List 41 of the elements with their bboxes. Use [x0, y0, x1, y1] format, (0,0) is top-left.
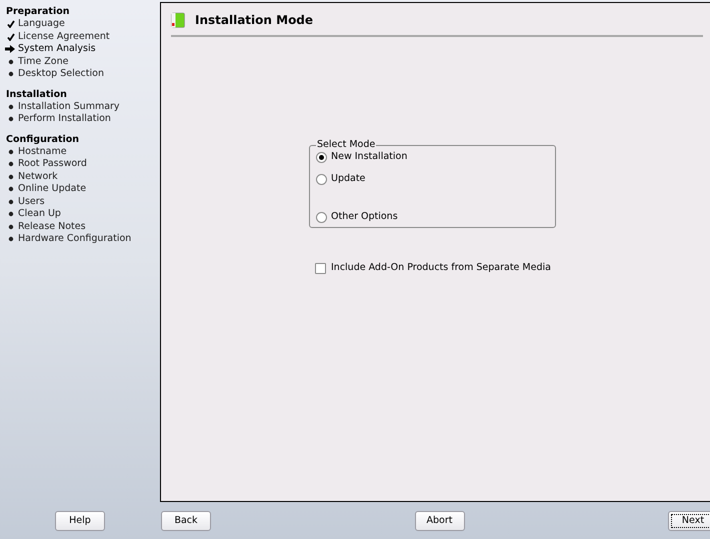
bullet-icon — [7, 102, 15, 111]
bullet-icon — [7, 115, 15, 124]
installer-icon — [171, 12, 185, 28]
radio-option[interactable]: Other Options — [316, 210, 398, 224]
section-heading: Configuration — [6, 134, 80, 146]
step-label: Network — [18, 170, 58, 183]
addon-checkbox[interactable]: Include Add-On Products from Separate Media — [315, 261, 551, 276]
step-label: Desktop Selection — [18, 68, 104, 80]
dialog-button[interactable]: Help — [55, 511, 105, 531]
bullet-icon — [7, 58, 15, 66]
bullet-icon — [7, 235, 15, 244]
dialog-button[interactable]: Next — [668, 511, 710, 531]
page-title: Installation Mode — [195, 12, 314, 29]
step-label: Release Notes — [18, 220, 86, 233]
section-heading: Installation — [6, 88, 68, 100]
step-label: Time Zone — [18, 56, 68, 68]
step-label: Online Update — [18, 183, 86, 196]
step-label: Perform Installation — [18, 113, 111, 126]
bullet-icon — [7, 210, 15, 218]
section-heading: Preparation — [6, 6, 70, 18]
bullet-icon — [7, 198, 15, 206]
radio-option[interactable]: New Installation — [316, 150, 408, 164]
radio-option[interactable]: Update — [316, 172, 366, 186]
step-label: License Agreement — [18, 30, 110, 43]
step-label: System Analysis — [18, 43, 96, 56]
bullet-icon — [7, 148, 15, 156]
bullet-icon — [7, 185, 15, 194]
step-label: Clean Up — [18, 208, 61, 220]
step-label: Users — [18, 196, 45, 208]
step-label: Language — [18, 18, 65, 30]
bullet-icon — [7, 70, 15, 78]
step-label: Hostname — [18, 146, 67, 158]
dialog-button[interactable]: Abort — [414, 511, 464, 531]
bullet-icon — [7, 160, 15, 168]
arrow-right-icon — [5, 45, 15, 54]
step-label: Root Password — [18, 158, 87, 170]
bullet-icon — [7, 222, 15, 231]
step-label: Hardware Configuration — [18, 233, 132, 246]
bullet-icon — [7, 172, 15, 181]
step-label: Installation Summary — [18, 100, 120, 113]
dialog-button[interactable]: Back — [161, 511, 211, 531]
